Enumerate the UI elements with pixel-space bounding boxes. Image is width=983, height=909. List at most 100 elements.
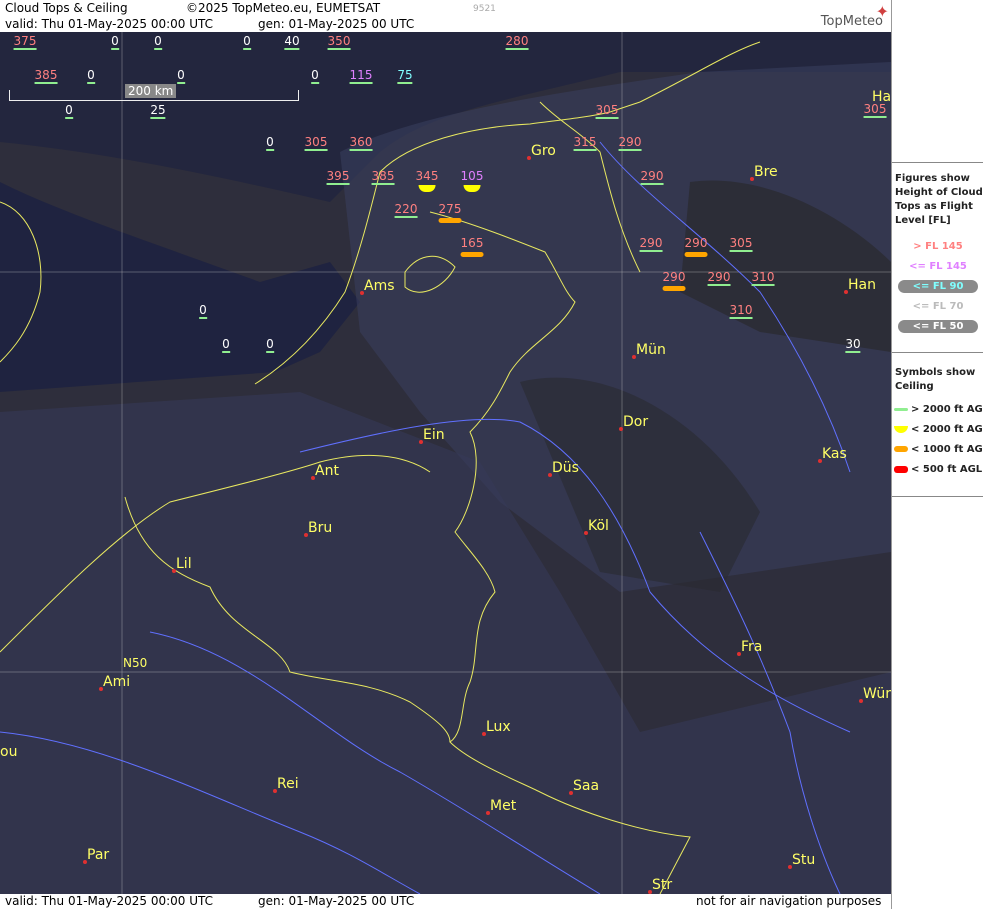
legend-divider: [892, 352, 983, 353]
cloud-top-value: 0: [177, 68, 185, 84]
cloud-top-value: 0: [222, 337, 230, 353]
footer-note: not for air navigation purposes: [696, 894, 882, 908]
cloud-top-value: 0: [266, 337, 274, 353]
city-lux: Lux: [482, 719, 511, 736]
legend-panel: Figures show Height of Cloud Tops as Fli…: [891, 0, 983, 909]
satellite-map[interactable]: 200 km N50 Gro Bre Ams Han Mün Dor Ein A…: [0, 32, 891, 894]
cloud-top-value: 305: [304, 135, 328, 151]
legend-fl-item: > FL 145: [913, 241, 963, 252]
compass-icon: ✦: [875, 2, 889, 21]
city-bru: Bru: [304, 520, 332, 537]
city-stu: Stu: [788, 852, 815, 869]
cloud-top-value: 290: [662, 270, 686, 291]
cloud-top-value: 360: [349, 135, 373, 151]
cloud-top-value: 385: [34, 68, 58, 84]
map-title: Cloud Tops & Ceiling: [5, 1, 128, 15]
cloud-top-value: 40: [284, 34, 300, 50]
cloud-top-value: 0: [87, 68, 95, 84]
legend-fl-item: <= FL 70: [912, 301, 964, 312]
gen-time: gen: 01-May-2025 00 UTC: [258, 17, 415, 31]
cloud-top-value: 105: [460, 169, 484, 192]
legend-ceiling-item: < 500 ft AGL: [894, 464, 982, 475]
city-ein: Ein: [419, 427, 445, 444]
legend-fl-item: <= FL 145: [909, 261, 967, 272]
figures-legend-title: Figures show Height of Cloud Tops as Fli…: [895, 173, 983, 226]
footer-valid-time: valid: Thu 01-May-2025 00:00 UTC: [5, 894, 214, 908]
city-ams: Ams: [360, 278, 395, 295]
city-kas: Kas: [818, 446, 847, 463]
cloud-top-value: 290: [707, 270, 731, 286]
cloud-top-value: 290: [640, 169, 664, 185]
city-saa: Saa: [569, 778, 599, 795]
cloud-top-value: 305: [863, 102, 887, 118]
cloud-top-value: 30: [845, 337, 861, 353]
city-par: Par: [83, 847, 109, 864]
city-str: Str: [648, 877, 672, 894]
city-kol: Köl: [584, 518, 609, 535]
cloud-top-value: 280: [505, 34, 529, 50]
footer: valid: Thu 01-May-2025 00:00 UTC gen: 01…: [0, 894, 891, 909]
cloud-top-value: 0: [154, 34, 162, 50]
cloud-top-value: 290: [684, 236, 708, 257]
cloud-top-value: 0: [243, 34, 251, 50]
cloud-top-value: 0: [199, 303, 207, 319]
cloud-top-value: 0: [65, 103, 73, 119]
header: Cloud Tops & Ceiling ©2025 TopMeteo.eu, …: [0, 0, 891, 32]
cloud-top-value: 0: [111, 34, 119, 50]
footer-gen-time: gen: 01-May-2025 00 UTC: [258, 894, 415, 908]
cloud-top-value: 0: [311, 68, 319, 84]
city-ant: Ant: [311, 463, 339, 480]
legend-ceiling-item: > 2000 ft AGL: [894, 404, 983, 415]
cloud-top-value: 0: [266, 135, 274, 151]
ceiling-orange-symbol-icon: [894, 446, 908, 452]
city-dor: Dor: [619, 414, 648, 431]
city-gro: Gro: [527, 143, 556, 160]
map-background: [0, 32, 891, 894]
cloud-top-value: 305: [595, 103, 619, 119]
cloud-top-value: 75: [397, 68, 413, 84]
cloud-top-value: 395: [326, 169, 350, 185]
city-mun: Mün: [632, 342, 666, 359]
cloud-top-value: 310: [729, 303, 753, 319]
city-ami: Ami: [99, 674, 130, 691]
city-wur: Wür: [859, 686, 891, 703]
cloud-top-value: 310: [751, 270, 775, 286]
ceiling-green-symbol-icon: [894, 407, 908, 411]
cloud-top-value: 290: [639, 236, 663, 252]
city-met: Met: [486, 798, 516, 815]
cloud-top-value: 345: [415, 169, 439, 192]
legend-divider: [892, 496, 983, 497]
legend-ceiling-item: < 1000 ft AGL: [894, 444, 983, 455]
legend-fl-item: <= FL 50: [898, 320, 978, 333]
city-ou: ou: [0, 744, 18, 760]
city-rei: Rei: [273, 776, 299, 793]
topmeteo-logo[interactable]: TopMeteo ✦: [820, 2, 889, 29]
cloud-top-value: 305: [729, 236, 753, 252]
copyright: ©2025 TopMeteo.eu, EUMETSAT: [186, 1, 381, 15]
legend-divider: [892, 162, 983, 163]
ceiling-red-symbol-icon: [894, 465, 908, 473]
city-lil: Lil: [172, 556, 192, 573]
legend-fl-item: <= FL 90: [898, 280, 978, 293]
cloud-top-value: 375: [13, 34, 37, 50]
logo-text: TopMeteo: [820, 14, 883, 29]
city-dus: Düs: [548, 460, 579, 477]
ceiling-yellow-symbol-icon: [894, 425, 908, 433]
city-fra: Fra: [737, 639, 762, 656]
cloud-top-value: 290: [618, 135, 642, 151]
cloud-top-value: 165: [460, 236, 484, 257]
legend-ceiling-item: < 2000 ft AGL: [894, 424, 983, 435]
scale-label: 200 km: [125, 84, 177, 98]
valid-time: valid: Thu 01-May-2025 00:00 UTC: [5, 17, 214, 31]
cloud-top-value: 385: [371, 169, 395, 185]
grid-label-n50: N50: [123, 656, 148, 670]
city-bre: Bre: [750, 164, 778, 181]
cloud-top-value: 115: [349, 68, 373, 84]
symbols-legend-title: Symbols show Ceiling: [895, 367, 976, 392]
cloud-top-value: 315: [573, 135, 597, 151]
city-han: Han: [844, 277, 876, 294]
map-id: 9521: [473, 4, 496, 14]
cloud-top-value: 220: [394, 202, 418, 218]
cloud-top-value: 25: [150, 103, 166, 119]
cloud-top-value: 275: [438, 202, 462, 223]
